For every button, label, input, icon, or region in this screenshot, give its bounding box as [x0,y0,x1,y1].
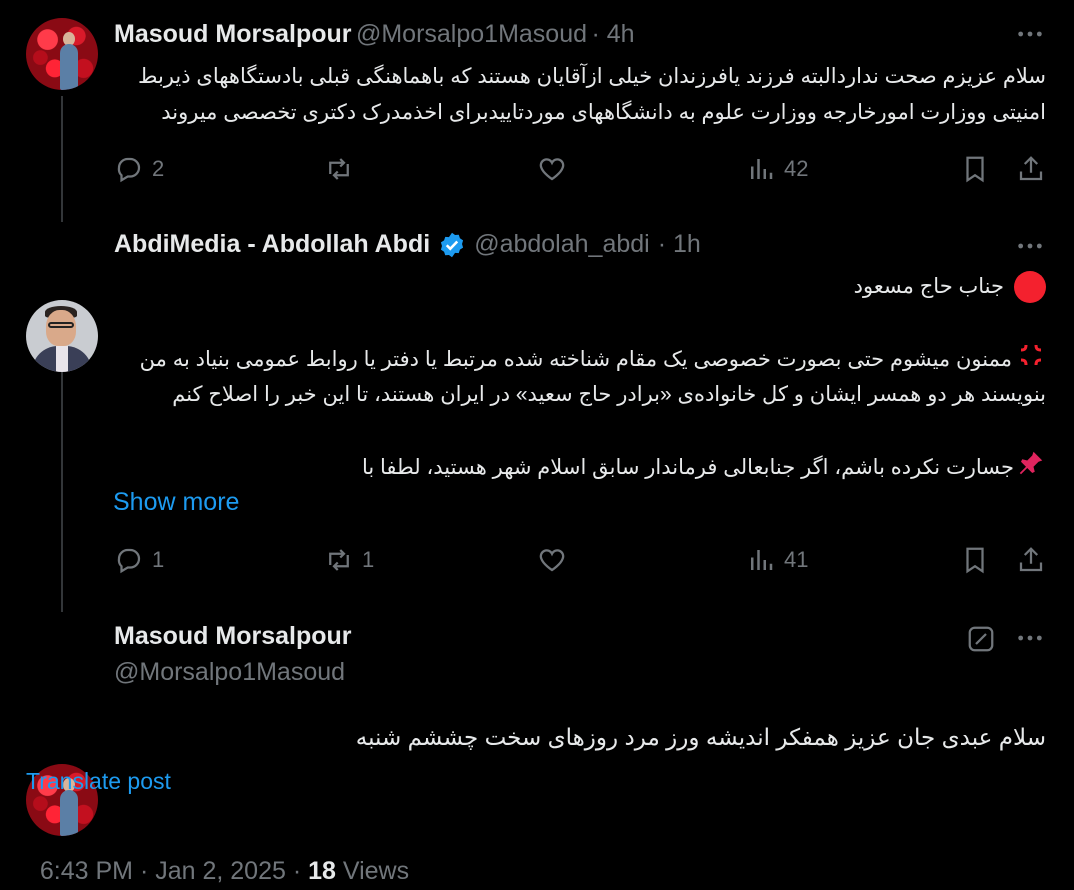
anger-icon [1016,340,1046,381]
retweet-icon [329,158,349,180]
bookmark-button[interactable] [960,154,990,184]
show-more-link[interactable]: Show more [113,488,239,517]
avatar[interactable] [26,300,98,372]
tweet-timestamp[interactable]: 6:43 PM · Jan 2, 2025 · [40,857,308,885]
retweet-button[interactable] [324,154,354,184]
tweet-text-line: سلام عزیزم صحت ندارد‌البته فرزند یافرزند… [138,65,1046,88]
reply-button[interactable]: 2 [114,154,164,184]
tweet-text-line: امنیتی ووزارت امورخارجه ووزارت علوم به د… [161,101,1046,124]
more-icon[interactable] [1014,18,1046,57]
share-icon [1019,547,1043,572]
reply-count: 2 [152,156,165,181]
tweet-time[interactable]: · 4h [591,20,634,48]
retweet-icon [329,549,349,571]
views-icon [751,550,773,570]
views-button[interactable]: 42 [746,154,808,184]
tweet-text-line: ممنون میشوم حتی بصورت خصوصی یک مقام شناخ… [106,340,1046,381]
pushpin-icon [1016,448,1046,489]
author-handle[interactable]: @Morsalpo1Masoud [114,658,345,687]
reply-icon [117,157,141,183]
reply-count: 1 [152,547,165,572]
share-button[interactable] [1016,154,1046,184]
views-count: 42 [784,156,809,181]
like-button[interactable] [537,545,567,575]
avatar[interactable] [26,18,98,90]
main-tweet-text: سلام عبدی جان عزیز همفکر اندیشه ورز مرد … [355,724,1046,750]
like-icon [539,158,565,181]
author-handle[interactable]: @abdolah_abdi [474,230,650,259]
tweet-header: AbdiMedia - Abdollah Abdi @abdolah_abdi … [114,230,701,259]
like-button[interactable] [537,154,567,184]
verified-icon [441,232,464,257]
reply-button[interactable]: 1 [114,545,164,575]
author-name[interactable]: Masoud Morsalpour [114,20,352,48]
bookmark-button[interactable] [960,545,990,575]
tweet-text-line: جناب حاج مسعود [106,270,1046,304]
tweet-text-line: بنویسند هر دو همسر ایشان و کل خانواده‌ی … [172,383,1046,406]
share-icon [1019,156,1043,181]
tweet-time[interactable]: · 1h [658,230,701,259]
more-icon[interactable] [1014,230,1046,269]
reply-icon [117,548,141,574]
share-button[interactable] [1016,545,1046,575]
tweet-header: Masoud Morsalpour @Morsalpo1Masoud · 4h [114,20,635,49]
tweet-meta: 6:43 PM · Jan 2, 2025 · 18 Views [26,828,409,886]
author-handle[interactable]: @Morsalpo1Masoud [356,20,587,48]
views-label: Views [342,857,410,885]
more-icon[interactable] [1014,622,1046,661]
thread-line [61,96,63,222]
retweet-count: 1 [362,547,375,572]
bookmark-icon [966,156,984,183]
author-name[interactable]: Masoud Morsalpour [114,622,352,651]
bookmark-icon [966,547,984,574]
views-count: 41 [784,547,809,572]
views-icon [751,159,773,179]
retweet-button[interactable]: 1 [324,545,374,575]
grok-icon[interactable] [966,624,996,659]
views-count: 18 [308,857,336,885]
like-icon [539,549,565,572]
translate-link[interactable]: Translate post [26,768,171,795]
author-name[interactable]: AbdiMedia - Abdollah Abdi [114,230,430,259]
views-button[interactable]: 41 [746,545,808,575]
red-circle-icon [1014,271,1046,304]
tweet-text-line: جسارت نکرده باشم، اگر جنابعالی فرماندار … [106,448,1046,489]
